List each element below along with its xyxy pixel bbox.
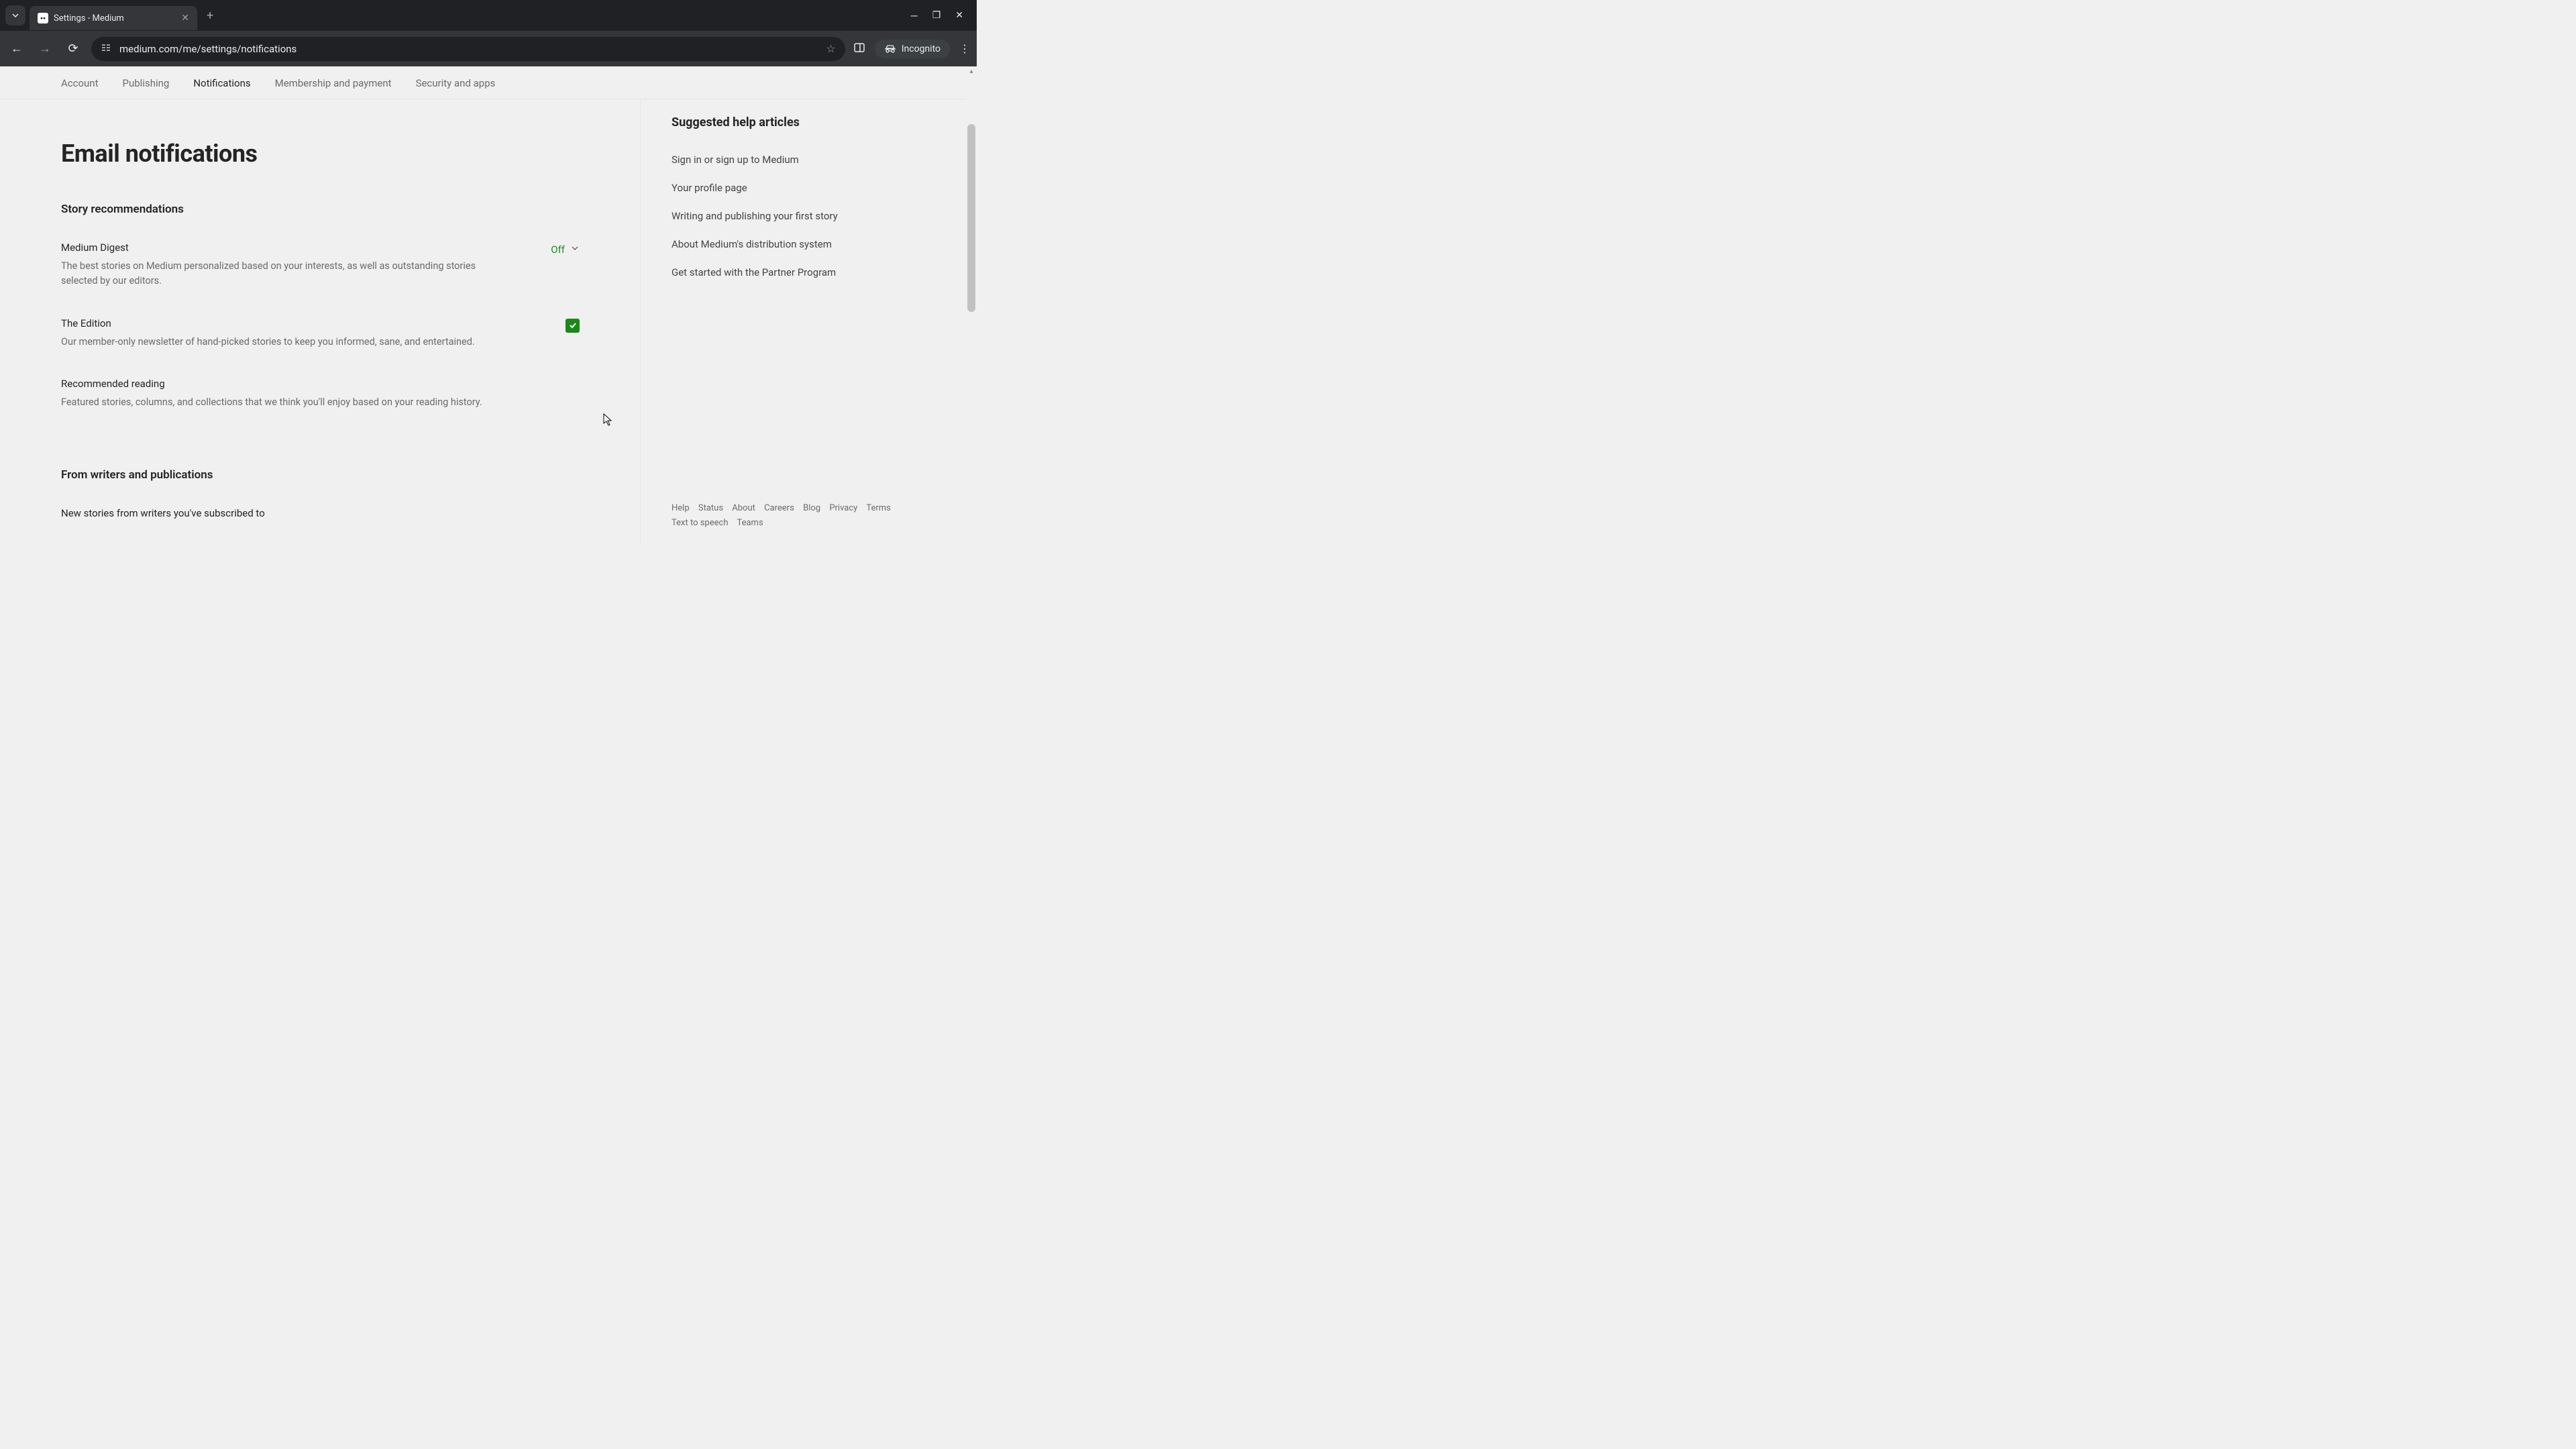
page-title: Email notifications xyxy=(61,140,640,168)
digest-dropdown[interactable]: Off xyxy=(551,243,580,256)
help-link-profile[interactable]: Your profile page xyxy=(672,182,922,194)
side-panel-icon[interactable] xyxy=(853,42,865,56)
tab-membership[interactable]: Membership and payment xyxy=(275,77,392,89)
address-bar[interactable]: medium.com/me/settings/notifications ☆ xyxy=(91,37,845,61)
maximize-button[interactable]: ❐ xyxy=(932,10,941,21)
window-controls: ─ ❐ ✕ xyxy=(911,10,971,21)
digest-label: Medium Digest xyxy=(61,241,490,254)
url-text: medium.com/me/settings/notifications xyxy=(119,43,297,55)
new-stories-label: New stories from writers you've subscrib… xyxy=(61,507,265,519)
minimize-button[interactable]: ─ xyxy=(911,10,918,21)
recommended-desc: Featured stories, columns, and collectio… xyxy=(61,395,482,410)
incognito-label: Incognito xyxy=(902,44,941,54)
sidebar-heading: Suggested help articles xyxy=(672,115,922,129)
main-column: Email notifications Story recommendation… xyxy=(0,99,641,544)
scroll-up-arrow-icon[interactable]: ▴ xyxy=(967,68,975,75)
settings-tab-bar: Account Publishing Notifications Members… xyxy=(0,66,977,99)
tab-title: Settings - Medium xyxy=(54,13,176,23)
help-link-signin[interactable]: Sign in or sign up to Medium xyxy=(672,154,922,166)
scrollbar-thumb[interactable] xyxy=(967,124,975,312)
page-content: Account Publishing Notifications Members… xyxy=(0,66,977,547)
tab-publishing[interactable]: Publishing xyxy=(123,77,170,89)
browser-tab[interactable]: •• Settings - Medium ✕ xyxy=(30,6,197,30)
chevron-down-icon xyxy=(11,11,19,19)
checkmark-icon xyxy=(568,321,578,330)
back-button[interactable]: ← xyxy=(7,42,27,56)
help-link-writing[interactable]: Writing and publishing your first story xyxy=(672,210,922,222)
setting-new-stories: New stories from writers you've subscrib… xyxy=(61,507,640,525)
reload-button[interactable]: ⟳ xyxy=(63,42,83,56)
footer-tts[interactable]: Text to speech xyxy=(672,518,728,528)
new-tab-button[interactable]: + xyxy=(207,9,213,23)
edition-checkbox[interactable] xyxy=(566,319,580,333)
setting-the-edition: The Edition Our member-only newsletter o… xyxy=(61,317,640,350)
footer-teams[interactable]: Teams xyxy=(737,518,763,528)
help-link-distribution[interactable]: About Medium's distribution system xyxy=(672,238,922,250)
tab-notifications[interactable]: Notifications xyxy=(193,77,250,89)
sidebar-column: Suggested help articles Sign in or sign … xyxy=(641,99,949,544)
recommended-label: Recommended reading xyxy=(61,378,482,390)
edition-desc: Our member-only newsletter of hand-picke… xyxy=(61,335,475,350)
footer-about[interactable]: About xyxy=(732,503,755,513)
browser-menu-button[interactable]: ⋮ xyxy=(959,42,970,55)
setting-medium-digest: Medium Digest The best stories on Medium… xyxy=(61,241,640,289)
tab-search-dropdown[interactable] xyxy=(5,5,25,25)
section-writers-publications: From writers and publications xyxy=(61,468,640,482)
scrollbar[interactable]: ▴ xyxy=(966,66,977,547)
footer-help[interactable]: Help xyxy=(672,503,690,513)
browser-toolbar: ← → ⟳ medium.com/me/settings/notificatio… xyxy=(0,31,977,66)
bookmark-star-icon[interactable]: ☆ xyxy=(826,42,835,55)
browser-tab-strip: •• Settings - Medium ✕ + ─ ❐ ✕ xyxy=(0,0,977,31)
digest-value: Off xyxy=(551,244,565,256)
footer-links: Help Status About Careers Blog Privacy T… xyxy=(672,501,922,531)
section-story-recommendations: Story recommendations xyxy=(61,203,640,216)
help-link-partner[interactable]: Get started with the Partner Program xyxy=(672,266,922,278)
close-window-button[interactable]: ✕ xyxy=(955,10,963,21)
tab-security[interactable]: Security and apps xyxy=(416,77,496,89)
footer-status[interactable]: Status xyxy=(698,503,723,513)
footer-terms[interactable]: Terms xyxy=(866,503,891,513)
edition-label: The Edition xyxy=(61,317,475,329)
incognito-icon xyxy=(884,44,896,54)
tab-account[interactable]: Account xyxy=(61,77,99,89)
footer-blog[interactable]: Blog xyxy=(803,503,820,513)
setting-recommended-reading: Recommended reading Featured stories, co… xyxy=(61,378,640,410)
footer-privacy[interactable]: Privacy xyxy=(829,503,857,513)
footer-careers[interactable]: Careers xyxy=(764,503,794,513)
medium-favicon-icon: •• xyxy=(38,13,48,23)
chevron-down-icon xyxy=(570,243,580,256)
incognito-badge[interactable]: Incognito xyxy=(875,40,950,58)
site-settings-icon[interactable] xyxy=(101,42,111,56)
close-tab-button[interactable]: ✕ xyxy=(181,13,189,23)
digest-desc: The best stories on Medium personalized … xyxy=(61,259,490,289)
forward-button[interactable]: → xyxy=(35,42,55,56)
